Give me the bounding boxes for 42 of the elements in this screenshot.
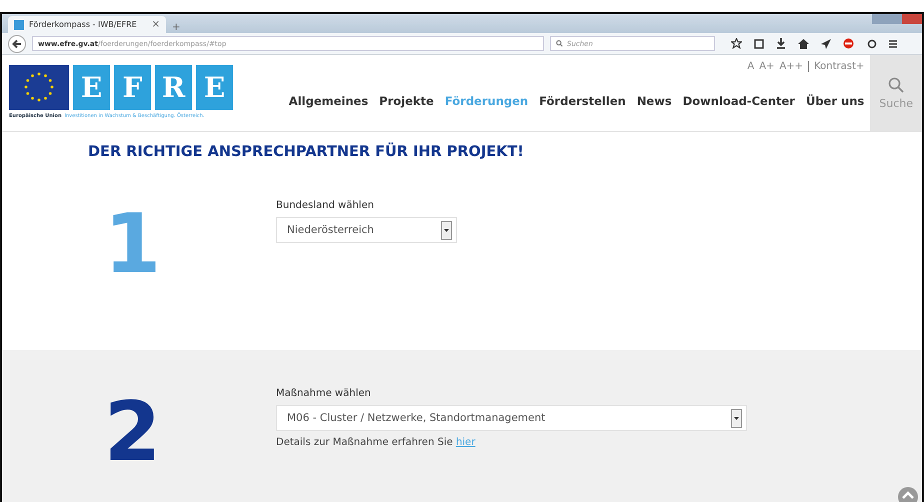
nav-link[interactable]: Über uns	[806, 94, 864, 108]
new-tab-button[interactable]: +	[172, 22, 180, 33]
page-heading: DER RICHTIGE ANSPRECHPARTNER FÜR IHR PROJEKT!	[88, 144, 524, 160]
close-icon[interactable]: ×	[152, 19, 160, 30]
star-icon[interactable]	[731, 38, 742, 49]
search-icon	[556, 40, 563, 47]
eu-flag-icon	[9, 65, 69, 110]
nav-link[interactable]: Allgemeines	[288, 94, 368, 108]
search-icon	[888, 76, 904, 92]
logo-letter: R	[155, 65, 192, 110]
dropdown[interactable]: M06 - Cluster / Netzwerke, Standortmanagement	[276, 405, 747, 431]
step-number: 2	[102, 392, 161, 474]
field-label: Bundesland wählen	[276, 200, 375, 211]
step-number: 1	[102, 204, 161, 286]
site-icon	[14, 20, 24, 30]
back-button[interactable]	[8, 34, 26, 52]
menu-icon[interactable]	[889, 38, 897, 48]
nav-link[interactable]: Förderstellen	[539, 94, 626, 108]
browser-tab[interactable]: Förderkompass - IWB/EFRE ×	[8, 16, 166, 33]
tab-title: Förderkompass - IWB/EFRE	[29, 20, 138, 29]
download-icon[interactable]	[776, 38, 786, 49]
details-text: Details zur Maßnahme erfahren Sie hier	[276, 437, 476, 448]
font-size-link[interactable]: A+	[759, 61, 774, 72]
home-icon[interactable]	[798, 38, 809, 48]
dropdown[interactable]: Niederösterreich	[276, 217, 457, 243]
logo-letter: F	[114, 65, 151, 110]
font-size-link[interactable]: A	[747, 61, 754, 72]
logo-letter: E	[196, 65, 233, 110]
send-icon[interactable]	[821, 38, 831, 48]
field-label: Maßnahme wählen	[276, 388, 372, 399]
caret-icon	[444, 228, 449, 232]
caret-icon	[734, 416, 739, 420]
nav-link[interactable]: Download-Center	[682, 94, 795, 108]
font-size-link[interactable]: A++	[779, 61, 804, 72]
logo-letter: E	[73, 65, 110, 110]
settings-icon[interactable]	[867, 38, 877, 48]
stop-sign-icon[interactable]	[843, 38, 855, 49]
scroll-top-icon[interactable]	[897, 486, 919, 502]
nav-link[interactable]: Projekte	[379, 94, 434, 108]
nav-link[interactable]: News	[636, 94, 672, 108]
contrast-link[interactable]: Kontrast+	[808, 61, 864, 72]
back-arrow-icon	[12, 38, 22, 48]
